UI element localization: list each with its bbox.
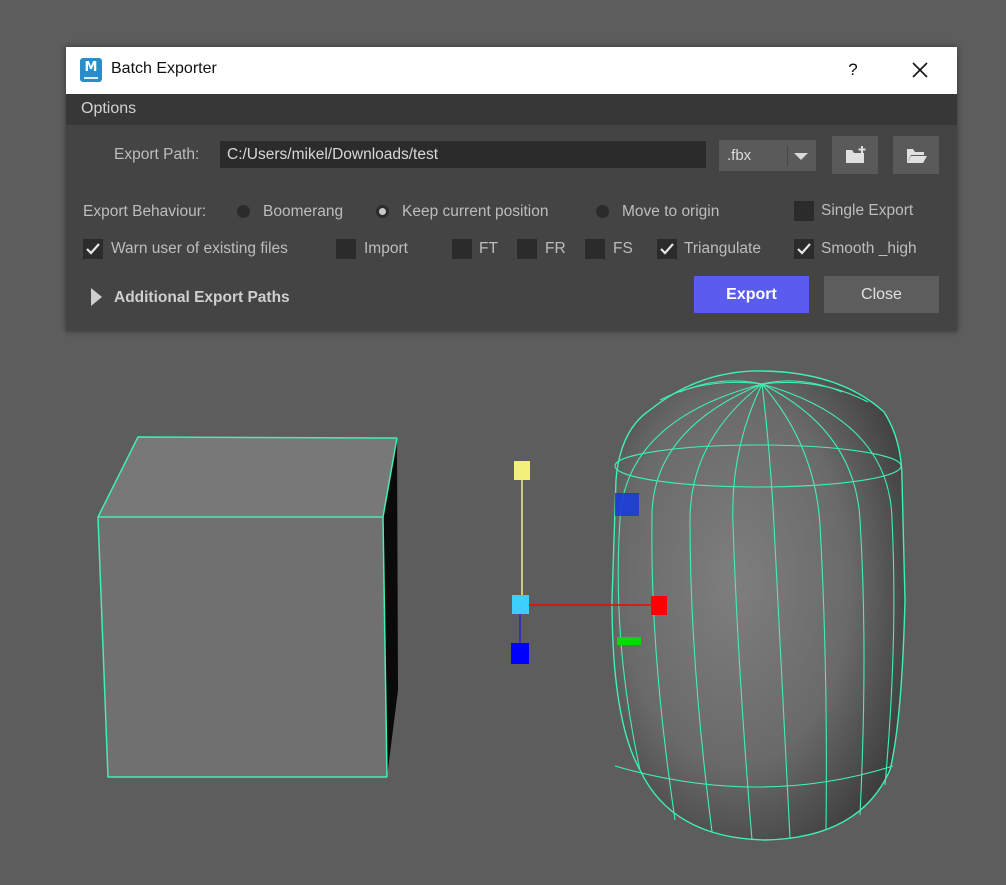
close-window-button[interactable]	[906, 57, 934, 83]
title-bar[interactable]: M Batch Exporter ?	[66, 47, 957, 94]
checkbox-warn-existing-files[interactable]	[83, 239, 103, 259]
expand-arrow-icon[interactable]	[91, 288, 102, 306]
radio-boomerang-label: Boomerang	[263, 203, 344, 220]
checkmark-icon	[797, 243, 811, 255]
checkbox-triangulate[interactable]	[657, 239, 677, 259]
help-button[interactable]: ?	[841, 57, 865, 83]
checkmark-icon	[660, 243, 674, 255]
close-icon	[912, 62, 928, 78]
new-folder-icon	[846, 146, 866, 163]
chevron-down-icon	[787, 146, 813, 166]
browse-folder-button[interactable]	[893, 136, 939, 174]
checkbox-smooth-high-label: Smooth _high	[821, 240, 917, 257]
radio-move-to-origin[interactable]	[596, 205, 609, 218]
manip-blue-handle[interactable]	[615, 493, 639, 516]
checkbox-fr[interactable]	[517, 239, 537, 259]
radio-move-to-origin-label: Move to origin	[622, 203, 720, 220]
radio-boomerang[interactable]	[237, 205, 250, 218]
radio-keep-current-position-label: Keep current position	[402, 203, 549, 220]
checkbox-single-export[interactable]	[794, 201, 814, 221]
export-button[interactable]: Export	[694, 276, 809, 313]
close-button[interactable]: Close	[824, 276, 939, 313]
export-path-input[interactable]: C:/Users/mikel/Downloads/test	[220, 141, 706, 168]
manip-green-handle[interactable]	[617, 637, 641, 645]
checkbox-import[interactable]	[336, 239, 356, 259]
maya-app-icon: M	[80, 58, 102, 82]
checkbox-fs[interactable]	[585, 239, 605, 259]
radio-keep-current-position[interactable]	[376, 205, 389, 218]
checkbox-triangulate-label: Triangulate	[684, 240, 761, 257]
export-behaviour-label: Export Behaviour:	[83, 203, 207, 220]
menu-bar: Options	[66, 94, 957, 125]
checkbox-fr-label: FR	[545, 240, 566, 257]
checkbox-warn-existing-files-label: Warn user of existing files	[111, 240, 288, 257]
checkbox-import-label: Import	[364, 240, 408, 257]
folder-open-icon	[907, 149, 927, 163]
checkbox-smooth-high[interactable]	[794, 239, 814, 259]
manip-center-handle[interactable]	[512, 595, 529, 614]
batch-exporter-dialog: M Batch Exporter ? Options Export Path: …	[66, 47, 957, 331]
manip-x-handle[interactable]	[651, 596, 667, 615]
format-selected-value: .fbx	[727, 147, 752, 164]
new-folder-button[interactable]	[832, 136, 878, 174]
menu-item-options[interactable]: Options	[81, 100, 136, 118]
checkbox-ft[interactable]	[452, 239, 472, 259]
cube-mesh[interactable]	[97, 436, 398, 778]
checkbox-single-export-label: Single Export	[821, 202, 914, 219]
checkmark-icon	[86, 243, 100, 255]
manip-y-handle[interactable]	[514, 461, 530, 480]
checkbox-ft-label: FT	[479, 240, 498, 257]
checkbox-fs-label: FS	[613, 240, 633, 257]
export-path-label: Export Path:	[114, 146, 200, 163]
format-dropdown[interactable]: .fbx	[719, 140, 816, 171]
manip-z-handle[interactable]	[511, 643, 529, 664]
window-title: Batch Exporter	[111, 60, 217, 77]
additional-export-paths-toggle[interactable]: Additional Export Paths	[114, 289, 290, 307]
